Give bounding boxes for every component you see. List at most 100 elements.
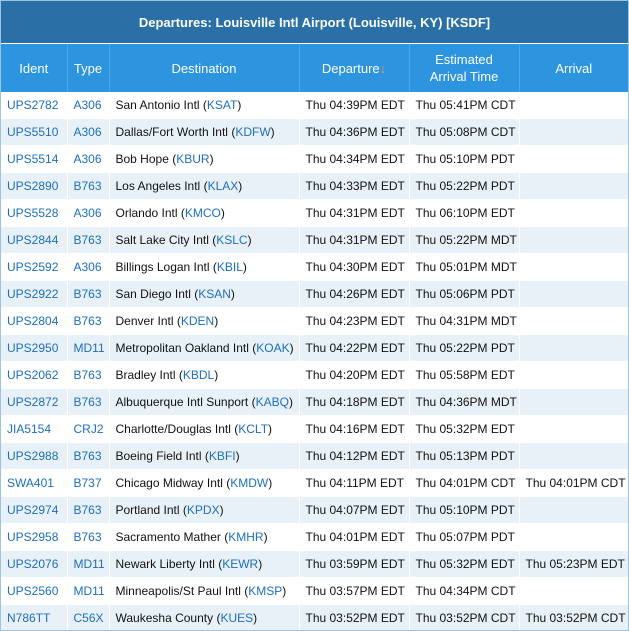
flight-ident-link[interactable]: N786TT (1, 604, 68, 630)
destination-code-link[interactable]: KABQ (256, 395, 289, 409)
destination-cell: Charlotte/Douglas Intl (KCLT) (109, 415, 300, 443)
column-header-estimated-arrival[interactable]: Estimated Arrival Time (409, 44, 520, 92)
destination-name: Sacramento Mather (115, 530, 221, 544)
destination-code-link[interactable]: KEWR (222, 557, 258, 571)
destination-code-link[interactable]: KMDW (230, 476, 268, 490)
flight-ident-link[interactable]: UPS2950 (1, 334, 68, 362)
aircraft-type-link[interactable]: B763 (67, 172, 110, 200)
destination-code-link[interactable]: KUES (220, 611, 253, 625)
arrival-time (519, 442, 628, 470)
column-header-departure[interactable]: Departure↓ (299, 44, 410, 92)
flight-ident-link[interactable]: UPS2592 (1, 253, 68, 281)
destination-code-link[interactable]: KSAT (207, 98, 237, 112)
destination-cell: Portland Intl (KPDX) (109, 496, 300, 524)
aircraft-type-link[interactable]: A306 (67, 92, 110, 119)
aircraft-type-link[interactable]: B737 (67, 469, 110, 497)
flight-ident-link[interactable]: UPS5528 (1, 199, 68, 227)
estimated-arrival-time: Thu 05:22PM MDT (409, 226, 520, 254)
flight-ident-link[interactable]: JIA5154 (1, 415, 68, 443)
destination-code-link[interactable]: KSLC (216, 233, 247, 247)
destination-code-link[interactable]: KPDX (187, 503, 220, 517)
aircraft-type-link[interactable]: MD11 (67, 334, 110, 362)
destination-name: Denver Intl (115, 314, 174, 328)
arrival-time: Thu 04:01PM CDT (519, 469, 628, 497)
departure-time: Thu 04:22PM EDT (299, 334, 410, 362)
aircraft-type-link[interactable]: B763 (67, 388, 110, 416)
destination-code-link[interactable]: KDFW (235, 125, 270, 139)
aircraft-type-link[interactable]: A306 (67, 118, 110, 146)
destination-code-link[interactable]: KLAX (208, 179, 239, 193)
aircraft-type-link[interactable]: B763 (67, 523, 110, 551)
aircraft-type-link[interactable]: B763 (67, 361, 110, 389)
flight-ident-link[interactable]: UPS2062 (1, 361, 68, 389)
destination-name: Newark Liberty Intl (115, 557, 215, 571)
flight-ident-link[interactable]: UPS2804 (1, 307, 68, 335)
aircraft-type-link[interactable]: C56X (67, 604, 110, 630)
destination-cell: Metropolitan Oakland Intl (KOAK) (109, 334, 300, 362)
estimated-arrival-time: Thu 05:10PM PDT (409, 145, 520, 173)
destination-code-link[interactable]: KBUR (176, 152, 209, 166)
table-row: N786TT C56X Waukesha County (KUES) Thu 03:5… (1, 604, 628, 630)
flight-ident-link[interactable]: UPS2922 (1, 280, 68, 308)
departure-time: Thu 04:18PM EDT (299, 388, 410, 416)
flight-ident-link[interactable]: UPS2988 (1, 442, 68, 470)
destination-code-link[interactable]: KMCO (185, 206, 221, 220)
aircraft-type-link[interactable]: B763 (67, 307, 110, 335)
aircraft-type-link[interactable]: MD11 (67, 550, 110, 578)
destination-code-link[interactable]: KCLT (238, 422, 268, 436)
destination-code-link[interactable]: KMSP (248, 584, 282, 598)
aircraft-type-link[interactable]: B763 (67, 496, 110, 524)
flight-ident-link[interactable]: UPS2958 (1, 523, 68, 551)
aircraft-type-link[interactable]: B763 (67, 226, 110, 254)
column-header-arrival[interactable]: Arrival (519, 44, 628, 92)
flight-ident-link[interactable]: UPS2560 (1, 577, 68, 605)
estimated-arrival-time: Thu 05:07PM PDT (409, 523, 520, 551)
aircraft-type-link[interactable]: B763 (67, 280, 110, 308)
destination-code-link[interactable]: KSAN (198, 287, 231, 301)
destination-code-link[interactable]: KBIL (217, 260, 243, 274)
destination-name: Boeing Field Intl (115, 449, 202, 463)
departure-time: Thu 04:30PM EDT (299, 253, 410, 281)
column-header-type[interactable]: Type (67, 44, 110, 92)
estimated-arrival-time: Thu 05:32PM EDT (409, 415, 520, 443)
aircraft-type-link[interactable]: A306 (67, 145, 110, 173)
flight-ident-link[interactable]: UPS2844 (1, 226, 68, 254)
destination-code-link[interactable]: KDEN (181, 314, 214, 328)
table-row: UPS2782 A306 San Antonio Intl (KSAT) Thu 04… (1, 92, 628, 119)
aircraft-type-link[interactable]: A306 (67, 253, 110, 281)
destination-cell: San Diego Intl (KSAN) (109, 280, 300, 308)
aircraft-type-link[interactable]: MD11 (67, 577, 110, 605)
aircraft-type-link[interactable]: A306 (67, 199, 110, 227)
flight-ident-link[interactable]: UPS2872 (1, 388, 68, 416)
departure-time: Thu 03:52PM EDT (299, 604, 410, 630)
column-header-destination[interactable]: Destination (109, 44, 300, 92)
flight-ident-link[interactable]: UPS2076 (1, 550, 68, 578)
flight-ident-link[interactable]: UPS2890 (1, 172, 68, 200)
table-row: UPS2076 MD11 Newark Liberty Intl (KEWR) Thu… (1, 550, 628, 578)
departure-time: Thu 04:39PM EDT (299, 92, 410, 119)
column-header-ident[interactable]: Ident (1, 44, 68, 92)
flight-ident-link[interactable]: UPS5514 (1, 145, 68, 173)
aircraft-type-link[interactable]: B763 (67, 442, 110, 470)
destination-cell: Bradley Intl (KBDL) (109, 361, 300, 389)
destination-code-link[interactable]: KOAK (256, 341, 289, 355)
departure-time: Thu 04:20PM EDT (299, 361, 410, 389)
destination-name: Dallas/Fort Worth Intl (115, 125, 228, 139)
table-row: UPS2592 A306 Billings Logan Intl (KBIL) Thu… (1, 253, 628, 281)
destination-code-link[interactable]: KBFI (209, 449, 236, 463)
table-row: UPS2922 B763 San Diego Intl (KSAN) Thu 04:2… (1, 280, 628, 308)
arrival-time (519, 334, 628, 362)
destination-code-link[interactable]: KMHR (228, 530, 263, 544)
flight-ident-link[interactable]: UPS5510 (1, 118, 68, 146)
table-row: SWA401 B737 Chicago Midway Intl (KMDW) Thu … (1, 469, 628, 497)
flight-ident-link[interactable]: UPS2974 (1, 496, 68, 524)
destination-name: Metropolitan Oakland Intl (115, 341, 249, 355)
destination-code-link[interactable]: KBDL (183, 368, 214, 382)
arrival-time (519, 253, 628, 281)
flight-ident-link[interactable]: UPS2782 (1, 92, 68, 119)
destination-name: Bradley Intl (115, 368, 176, 382)
arrival-time (519, 388, 628, 416)
aircraft-type-link[interactable]: CRJ2 (67, 415, 110, 443)
flight-ident-link[interactable]: SWA401 (1, 469, 68, 497)
destination-cell: San Antonio Intl (KSAT) (109, 92, 300, 119)
